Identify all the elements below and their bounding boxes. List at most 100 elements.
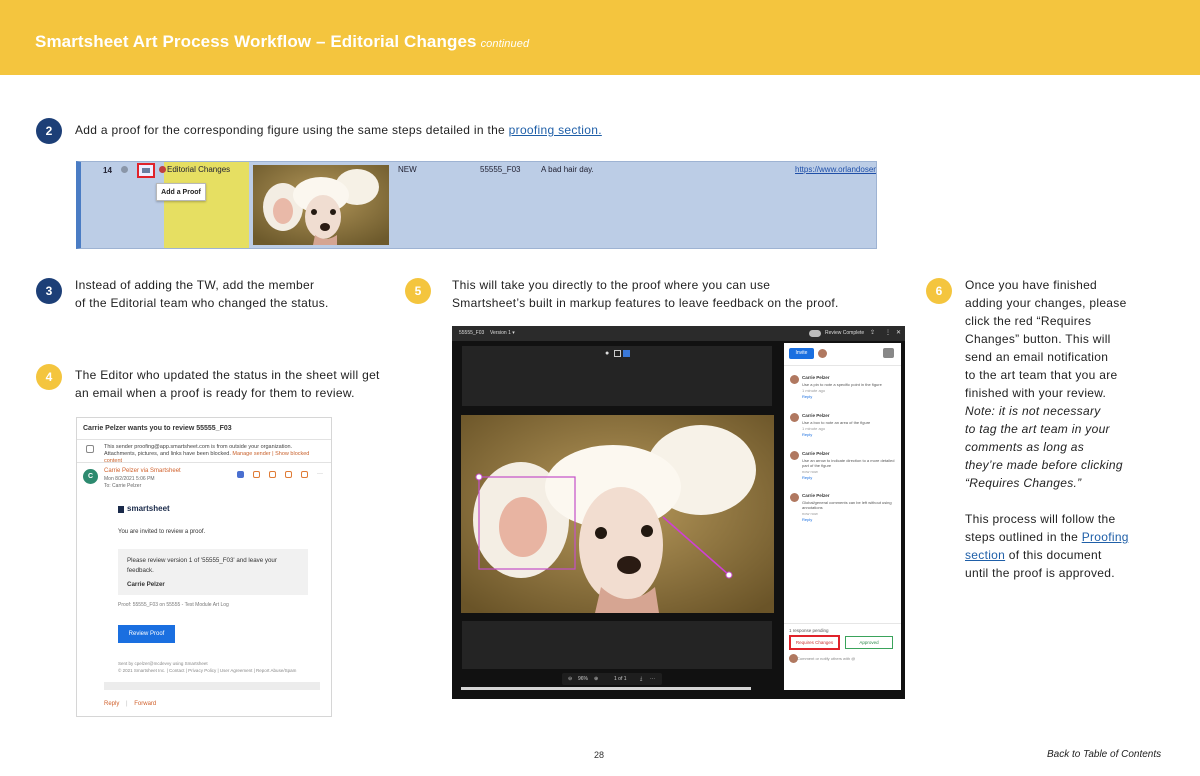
email-bottom-bar (104, 682, 320, 690)
arrow-tool-icon[interactable] (623, 350, 630, 357)
step-4-text: The Editor who updated the status in the… (75, 366, 380, 402)
comment-item: Carrie Pelzer Global/general comments ca… (790, 493, 898, 529)
requires-changes-button[interactable]: Requires Changes (789, 635, 840, 650)
proofing-link[interactable]: Proofing (1082, 530, 1129, 544)
page-indicator: 1 of 1 (614, 676, 627, 682)
teams-icon[interactable] (237, 471, 244, 478)
figure-id-cell: 55555_F03 (480, 165, 521, 174)
comment-author: Carrie Pelzer (802, 375, 830, 380)
step-6-line: click the red “Requires (965, 314, 1092, 328)
comment-item: Carrie Pelzer Use a pin to note a specif… (790, 375, 898, 405)
url-cell[interactable]: https://www.orlandosen (795, 165, 876, 174)
close-icon[interactable]: ✕ (896, 329, 901, 336)
invite-button[interactable]: Invite (789, 348, 814, 359)
review-proof-button[interactable]: Review Proof (118, 625, 175, 643)
comment-text: Use a box to note an area of the figure (802, 420, 871, 425)
more-icon[interactable]: ··· (650, 676, 655, 682)
email-sender: Carrie Pelzer via Smartsheet (104, 468, 181, 474)
panel-divider (784, 365, 901, 366)
status-cell: Editorial Changes (167, 165, 231, 174)
email-date: Mon 8/2/2021 5:06 PM (104, 476, 155, 482)
step-2-text: Add a proof for the corresponding figure… (75, 121, 602, 139)
comment-reply[interactable]: Reply (802, 475, 812, 480)
proofing-section-link[interactable]: proofing section. (509, 123, 602, 137)
box-tool-icon[interactable] (614, 350, 621, 357)
step-6-line: send an email notification (965, 350, 1109, 364)
sheet-row-screenshot: 14 Add a Proof Editorial Changes NEW 555… (76, 161, 877, 249)
step-2-body: Add a proof for the corresponding figure… (75, 123, 506, 137)
email-action-icons: ··· (237, 471, 327, 481)
row-number: 14 (103, 166, 112, 175)
sender-avatar: C (83, 469, 98, 484)
pin-tool-icon[interactable]: ● (605, 350, 612, 357)
viewer-version-select[interactable]: Version 1 ▾ (490, 330, 515, 336)
section-link[interactable]: section (965, 548, 1005, 562)
comment-time: now now (802, 511, 818, 516)
comment-input[interactable]: Comment or notify others with @ (797, 656, 855, 661)
email-box-text: Please review version 1 of '55555_F03' a… (127, 557, 277, 574)
step-6-line: Once you have finished (965, 278, 1098, 292)
step-4-line-2: an email when a proof is ready for them … (75, 386, 355, 400)
flag-icon (159, 166, 166, 173)
comment-reply[interactable]: Reply (802, 432, 812, 437)
horizontal-scrollbar[interactable] (461, 687, 751, 690)
download-icon[interactable]: ⤓ (640, 676, 642, 682)
step-5-line-2: Smartsheet’s built in markup features to… (452, 296, 839, 310)
step-6-line: steps outlined in the Proofing (965, 528, 1129, 546)
smartsheet-logo: smartsheet (127, 504, 170, 513)
panel-divider (784, 623, 901, 624)
step-6-note-line: they’re made before clicking (965, 458, 1123, 472)
emoji-icon[interactable] (253, 471, 260, 478)
page-header: Smartsheet Art Process Workflow – Editor… (0, 0, 1200, 75)
zoom-out-icon[interactable]: ⊖ (568, 676, 572, 682)
email-divider (77, 439, 331, 440)
more-icon[interactable]: ··· (317, 471, 324, 478)
comment-item: Carrie Pelzer Use a box to note an area … (790, 413, 898, 443)
comment-reply[interactable]: Reply (802, 394, 812, 399)
email-reply-link[interactable]: Reply (104, 701, 119, 707)
step-5-badge: 5 (405, 278, 431, 304)
comment-author: Carrie Pelzer (802, 413, 830, 418)
step-6-note-line: “Requires Changes.” (965, 476, 1082, 490)
zoom-in-icon[interactable]: ⊕ (594, 676, 598, 682)
more-menu-icon[interactable]: ⋮ (885, 329, 891, 336)
email-reply-row: Reply | Forward (104, 701, 156, 707)
reply-all-icon[interactable] (285, 471, 292, 478)
email-proof-line: Proof: 55555_F03 on 55555 - Test Module … (118, 602, 229, 608)
email-screenshot: Carrie Pelzer wants you to review 55555_… (76, 417, 332, 717)
attachment-icon (121, 166, 128, 173)
comment-item: Carrie Pelzer Use an arrow to indicate d… (790, 451, 898, 487)
step-6-line-text: steps outlined in the (965, 530, 1079, 544)
user-avatar (818, 349, 827, 358)
comment-text: Global/general comments can be left with… (802, 500, 892, 510)
comment-text: Use an arrow to indicate direction to a … (802, 458, 895, 468)
proof-image (461, 415, 774, 613)
share-icon[interactable]: ⇪ (870, 329, 875, 336)
email-box-name: Carrie Pelzer (127, 581, 165, 588)
commenter-avatar (790, 375, 799, 384)
review-complete-toggle[interactable] (809, 330, 821, 337)
email-footer-line-1: Sent by cpelzer@mcdevvy using Smartsheet (118, 661, 208, 666)
warning-icon (86, 445, 94, 453)
email-reply-separator: | (126, 701, 128, 707)
viewer-review-status: Review Complete (825, 330, 865, 336)
dog-thumbnail (253, 165, 389, 245)
email-to: To: Carrie Pelzer (104, 483, 142, 489)
email-forward-link[interactable]: Forward (134, 701, 156, 707)
step-6-line: Changes” button. This will (965, 332, 1111, 346)
email-subject: Carrie Pelzer wants you to review 55555_… (83, 425, 232, 432)
step-6-line: This process will follow the (965, 512, 1116, 526)
comment-toggle-icon[interactable] (883, 348, 894, 358)
step-3-line-1: Instead of adding the TW, add the member (75, 278, 315, 292)
caption-cell: A bad hair day. (541, 165, 594, 174)
back-to-toc-link[interactable]: Back to Table of Contents (1047, 749, 1161, 760)
commenter-avatar (790, 451, 799, 460)
email-message-box: Please review version 1 of '55555_F03' a… (118, 549, 308, 595)
email-footer-line-2: © 2021 Smartsheet Inc. | Contact | Priva… (118, 668, 297, 673)
step-6-line: adding your changes, please (965, 296, 1127, 310)
add-proof-icon[interactable] (137, 163, 155, 178)
approved-button[interactable]: Approved (845, 636, 893, 649)
reply-icon[interactable] (269, 471, 276, 478)
comment-reply[interactable]: Reply (802, 517, 812, 522)
forward-icon[interactable] (301, 471, 308, 478)
